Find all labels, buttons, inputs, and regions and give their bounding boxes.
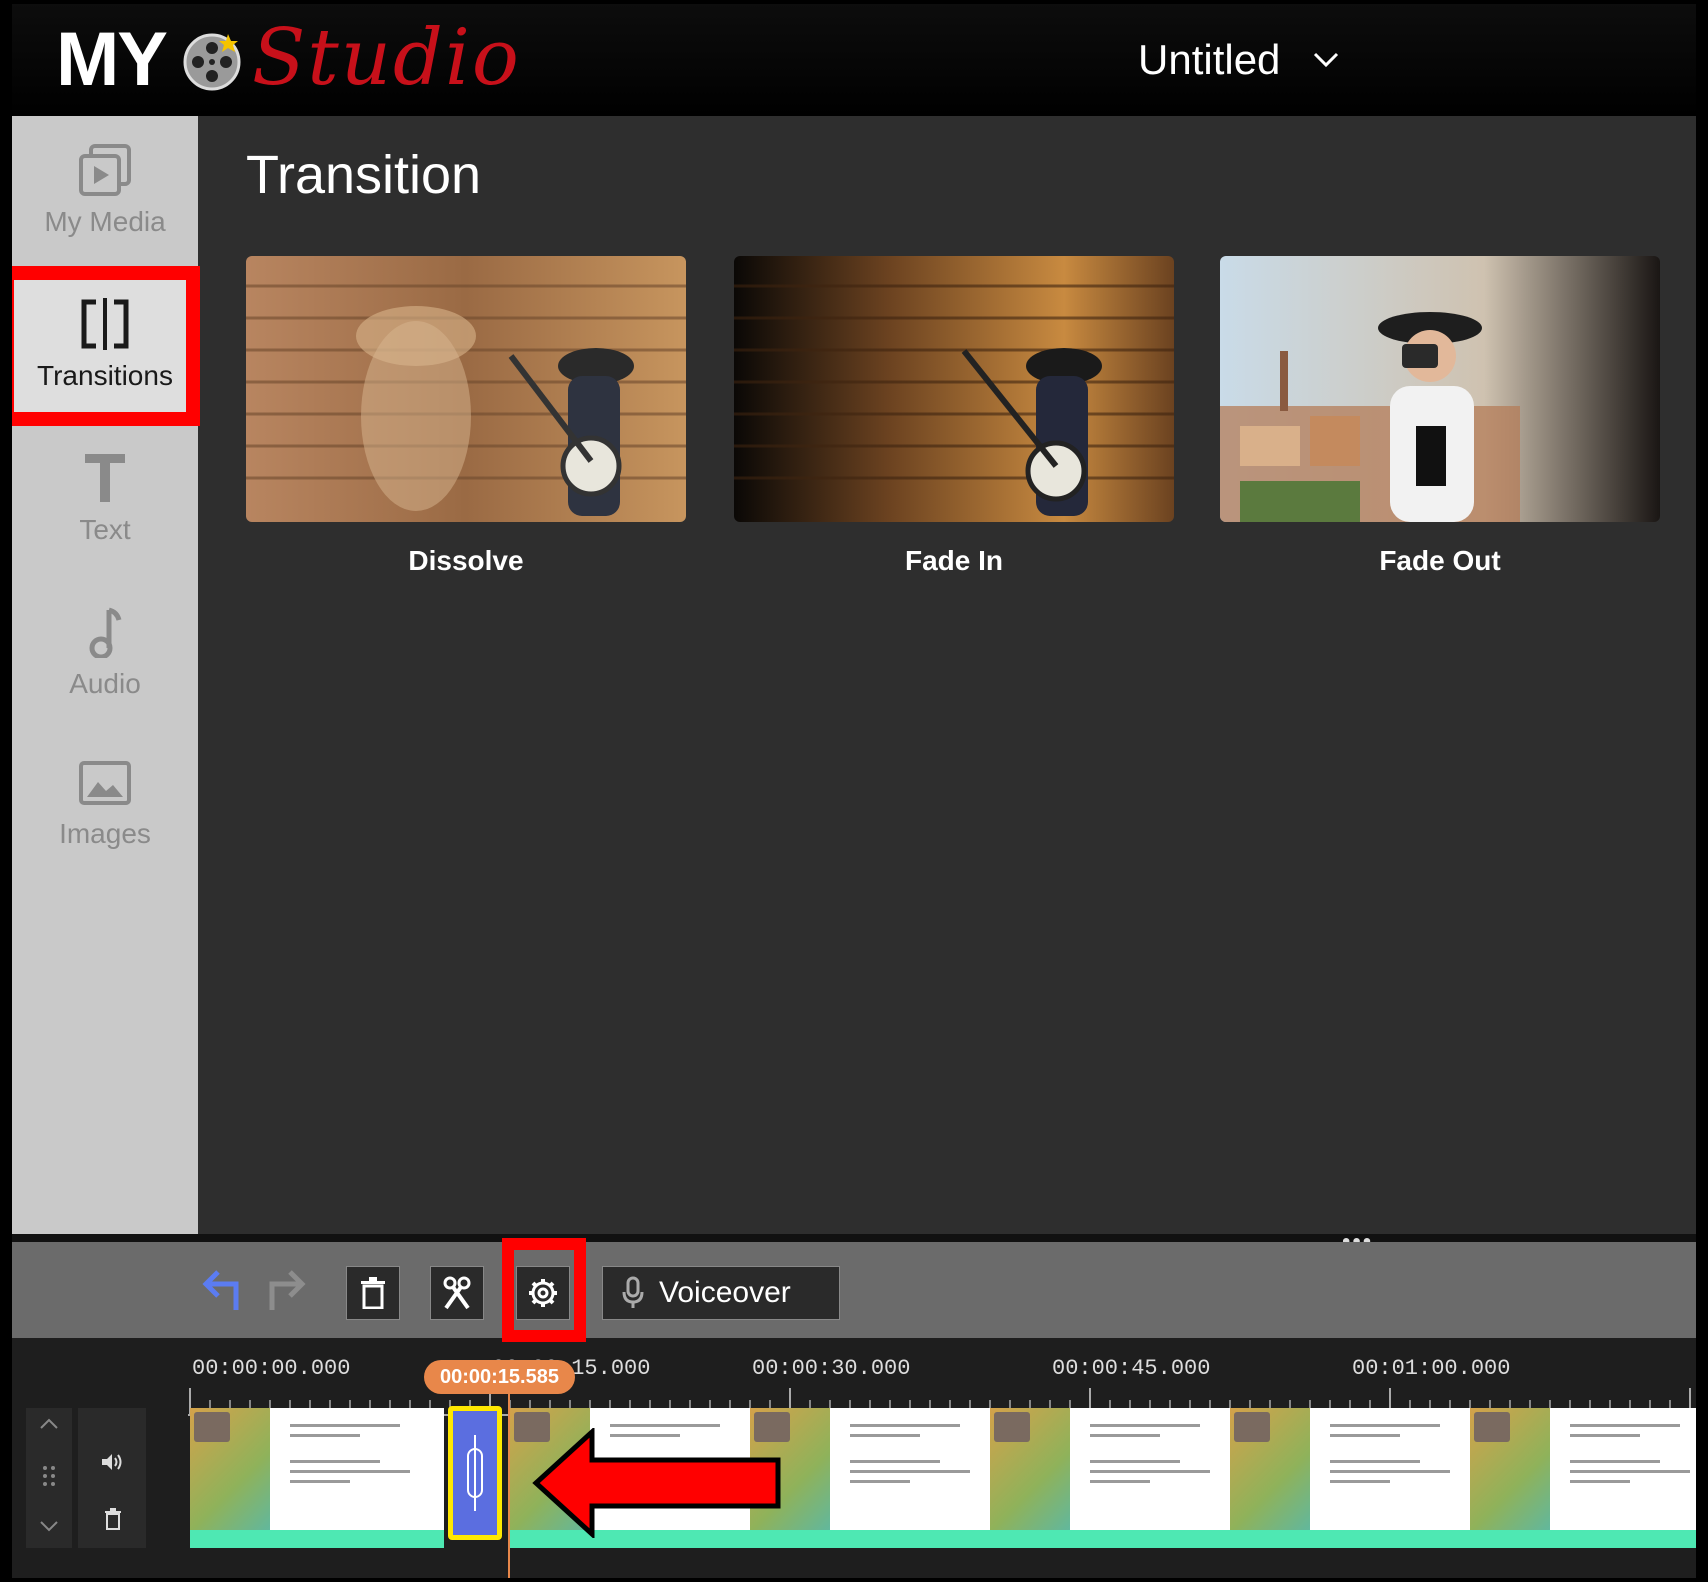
film-reel-logo-icon: [183, 33, 241, 91]
clip-frame-thumbnail: [1470, 1408, 1550, 1534]
sidebar-item-label: Transitions: [37, 360, 173, 391]
transitions-icon: [81, 298, 129, 350]
clip-frame-thumbnail: [990, 1408, 1070, 1534]
trash-icon: [361, 1277, 385, 1309]
project-title: Untitled: [1138, 36, 1281, 83]
logo-my-text: MY: [56, 17, 168, 102]
app-window: MY Studio Untitled My Media Transitions …: [12, 4, 1696, 1578]
transition-card-dissolve[interactable]: Dissolve: [246, 256, 686, 577]
clip-frame-thumbnail: [1230, 1408, 1310, 1534]
clip-frame-thumbnail: [190, 1408, 270, 1534]
clip-frame-document: [270, 1408, 430, 1534]
sidebar-item-audio[interactable]: Audio: [12, 578, 198, 728]
track-reorder-controls: [26, 1408, 72, 1548]
dissolve-thumbnail: [246, 256, 686, 522]
transition-card-label: Fade In: [904, 545, 1003, 576]
clip-frame-document: [1310, 1408, 1470, 1534]
playhead-time-badge[interactable]: 00:00:15.585: [424, 1360, 575, 1394]
time-ruler[interactable]: 00:00:00.000 00:00:15.000 00:00:30.000 0…: [188, 1356, 1696, 1416]
clip-audio-bar: [190, 1530, 444, 1548]
tick-label: 00:00:30.000: [752, 1356, 911, 1381]
timeline-toolbar: Voiceover: [12, 1242, 1696, 1338]
timeline: 00:00:00.000 00:00:15.000 00:00:30.000 0…: [12, 1338, 1696, 1578]
chevron-up-icon[interactable]: [39, 1416, 59, 1430]
microphone-icon: [622, 1276, 644, 1308]
panel-title: Transition: [246, 145, 482, 205]
images-icon: [79, 761, 131, 805]
sidebar-item-transitions[interactable]: Transitions: [12, 270, 198, 420]
project-title-dropdown[interactable]: Untitled: [1138, 32, 1340, 88]
annotation-arrow-icon: [532, 1428, 781, 1538]
tick-label: 00:01:00.000: [1352, 1356, 1511, 1381]
clip-frame-document: [1070, 1408, 1230, 1534]
gear-icon: [529, 1279, 557, 1307]
app-header: MY Studio Untitled: [12, 4, 1696, 116]
panel-divider[interactable]: [12, 1234, 1696, 1242]
chevron-down-icon: [1314, 52, 1339, 68]
sidebar-item-label: My Media: [44, 206, 166, 237]
settings-button[interactable]: [516, 1266, 570, 1320]
transitions-icon: [467, 1435, 483, 1511]
sidebar-item-text[interactable]: Text: [12, 424, 198, 574]
fade-in-thumbnail: [734, 256, 1174, 522]
drag-handle-icon[interactable]: [41, 1464, 57, 1488]
screenshot-frame: MY Studio Untitled My Media Transitions …: [0, 0, 1708, 1582]
voiceover-label: Voiceover: [659, 1276, 791, 1309]
clip-frame-document: [1550, 1408, 1696, 1534]
fade-out-thumbnail: [1220, 256, 1660, 522]
sidebar-item-my-media[interactable]: My Media: [12, 116, 198, 266]
sidebar-item-label: Images: [59, 818, 151, 849]
trash-icon[interactable]: [104, 1508, 122, 1530]
text-icon: [85, 454, 125, 502]
volume-icon[interactable]: [100, 1452, 124, 1472]
media-icon: [79, 144, 131, 196]
undo-icon[interactable]: [198, 1260, 246, 1316]
transition-card-fade-out[interactable]: Fade Out: [1220, 256, 1660, 577]
transition-card-label: Fade Out: [1379, 545, 1501, 576]
track-options: [78, 1408, 146, 1548]
sidebar-item-images[interactable]: Images: [12, 732, 198, 882]
split-button[interactable]: [430, 1266, 484, 1320]
logo-studio-text: Studio: [252, 13, 521, 103]
voiceover-button[interactable]: Voiceover: [602, 1266, 840, 1320]
sidebar: My Media Transitions Text Audio Images: [12, 116, 198, 1234]
sidebar-item-label: Audio: [69, 668, 141, 699]
scissors-icon: [443, 1276, 471, 1310]
delete-button[interactable]: [346, 1266, 400, 1320]
transition-block[interactable]: [448, 1406, 502, 1540]
tick-label: 00:00:00.000: [192, 1356, 351, 1381]
audio-icon: [89, 607, 122, 658]
chevron-down-icon[interactable]: [39, 1520, 59, 1534]
tick-label: 00:00:45.000: [1052, 1356, 1211, 1381]
transition-card-fade-in[interactable]: Fade In: [734, 256, 1174, 577]
sidebar-item-label: Text: [79, 514, 131, 545]
video-clip[interactable]: [190, 1408, 444, 1534]
redo-icon[interactable]: [262, 1260, 310, 1316]
transition-card-label: Dissolve: [408, 545, 524, 576]
clip-frame-document: [830, 1408, 990, 1534]
